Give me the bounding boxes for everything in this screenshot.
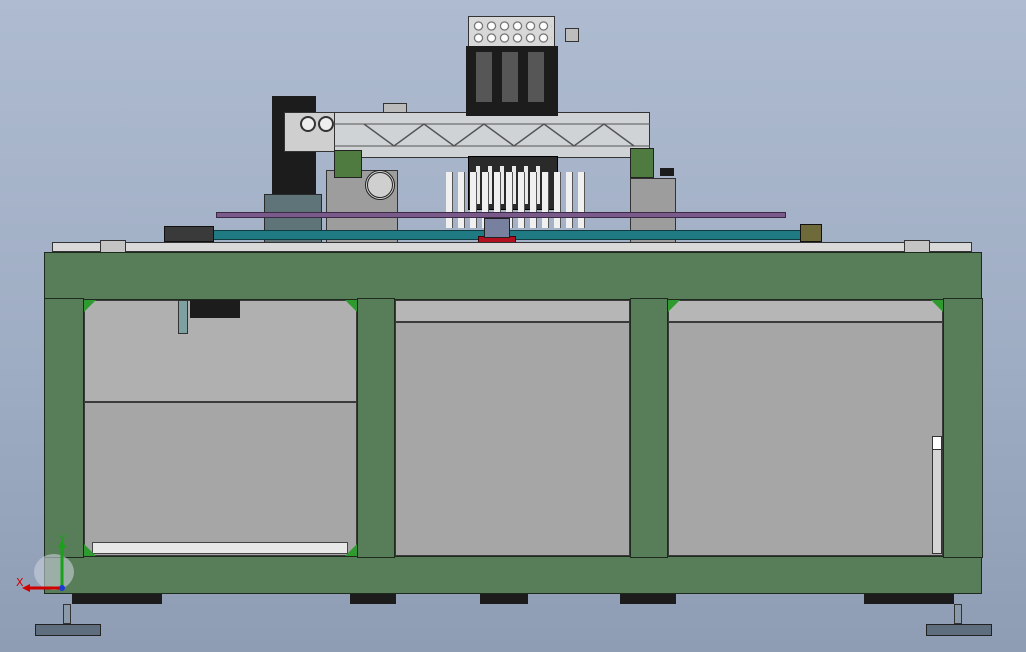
leveling-foot-left <box>35 624 101 636</box>
frame-post-right <box>943 298 983 558</box>
panel-left-lower <box>84 402 357 556</box>
left-green-clamp <box>334 150 362 178</box>
gusset <box>345 300 357 312</box>
table-top-plate <box>52 242 972 252</box>
door-handle[interactable] <box>932 436 942 554</box>
carriage-dark-block <box>466 104 558 116</box>
foot-bar <box>350 594 396 604</box>
gusset <box>345 544 357 556</box>
rail-end-left <box>164 226 214 242</box>
panel-right <box>668 322 943 556</box>
foot-bar <box>72 594 162 604</box>
frame-post-left <box>44 298 84 558</box>
axis-x-label: X <box>16 576 24 589</box>
gantry-top-bracket <box>383 103 407 113</box>
leveling-foot-left-stem <box>63 604 71 624</box>
guide-rods <box>446 172 586 228</box>
axis-y-label: Y <box>59 533 66 546</box>
small-bracket <box>178 300 188 334</box>
panel-right-top <box>668 300 943 322</box>
panel-mid <box>395 322 630 556</box>
gusset <box>668 300 680 312</box>
gantry-truss <box>334 123 650 147</box>
frame-top-beam <box>44 252 982 300</box>
feeder-valve-grid <box>472 52 552 102</box>
foot-bar <box>620 594 676 604</box>
frame-bottom-beam <box>44 556 982 594</box>
door-latch <box>932 436 942 450</box>
bearing-spool-icon <box>365 170 395 200</box>
gusset <box>84 300 96 312</box>
gusset <box>84 544 96 556</box>
frame-post-mid-right <box>630 298 668 558</box>
small-bracket-icon <box>565 28 579 42</box>
foot-bar <box>480 594 528 604</box>
nozzle-tip-block <box>484 218 510 238</box>
gear-icon <box>300 116 316 132</box>
right-sensor <box>660 168 674 176</box>
foot-bar <box>864 594 954 604</box>
panel-left-bottom-strip <box>92 542 348 554</box>
small-motor <box>190 300 240 318</box>
leveling-foot-right-stem <box>954 604 962 624</box>
gear-icon <box>318 116 334 132</box>
panel-mid-top <box>395 300 630 322</box>
machine-model-view[interactable]: X Y <box>0 0 1026 652</box>
leveling-foot-right <box>926 624 992 636</box>
gusset <box>931 300 943 312</box>
rail-end-right <box>800 224 822 242</box>
frame-post-mid-left <box>357 298 395 558</box>
feeder-head-hole-row <box>472 20 552 44</box>
right-green-clamp <box>630 148 654 178</box>
